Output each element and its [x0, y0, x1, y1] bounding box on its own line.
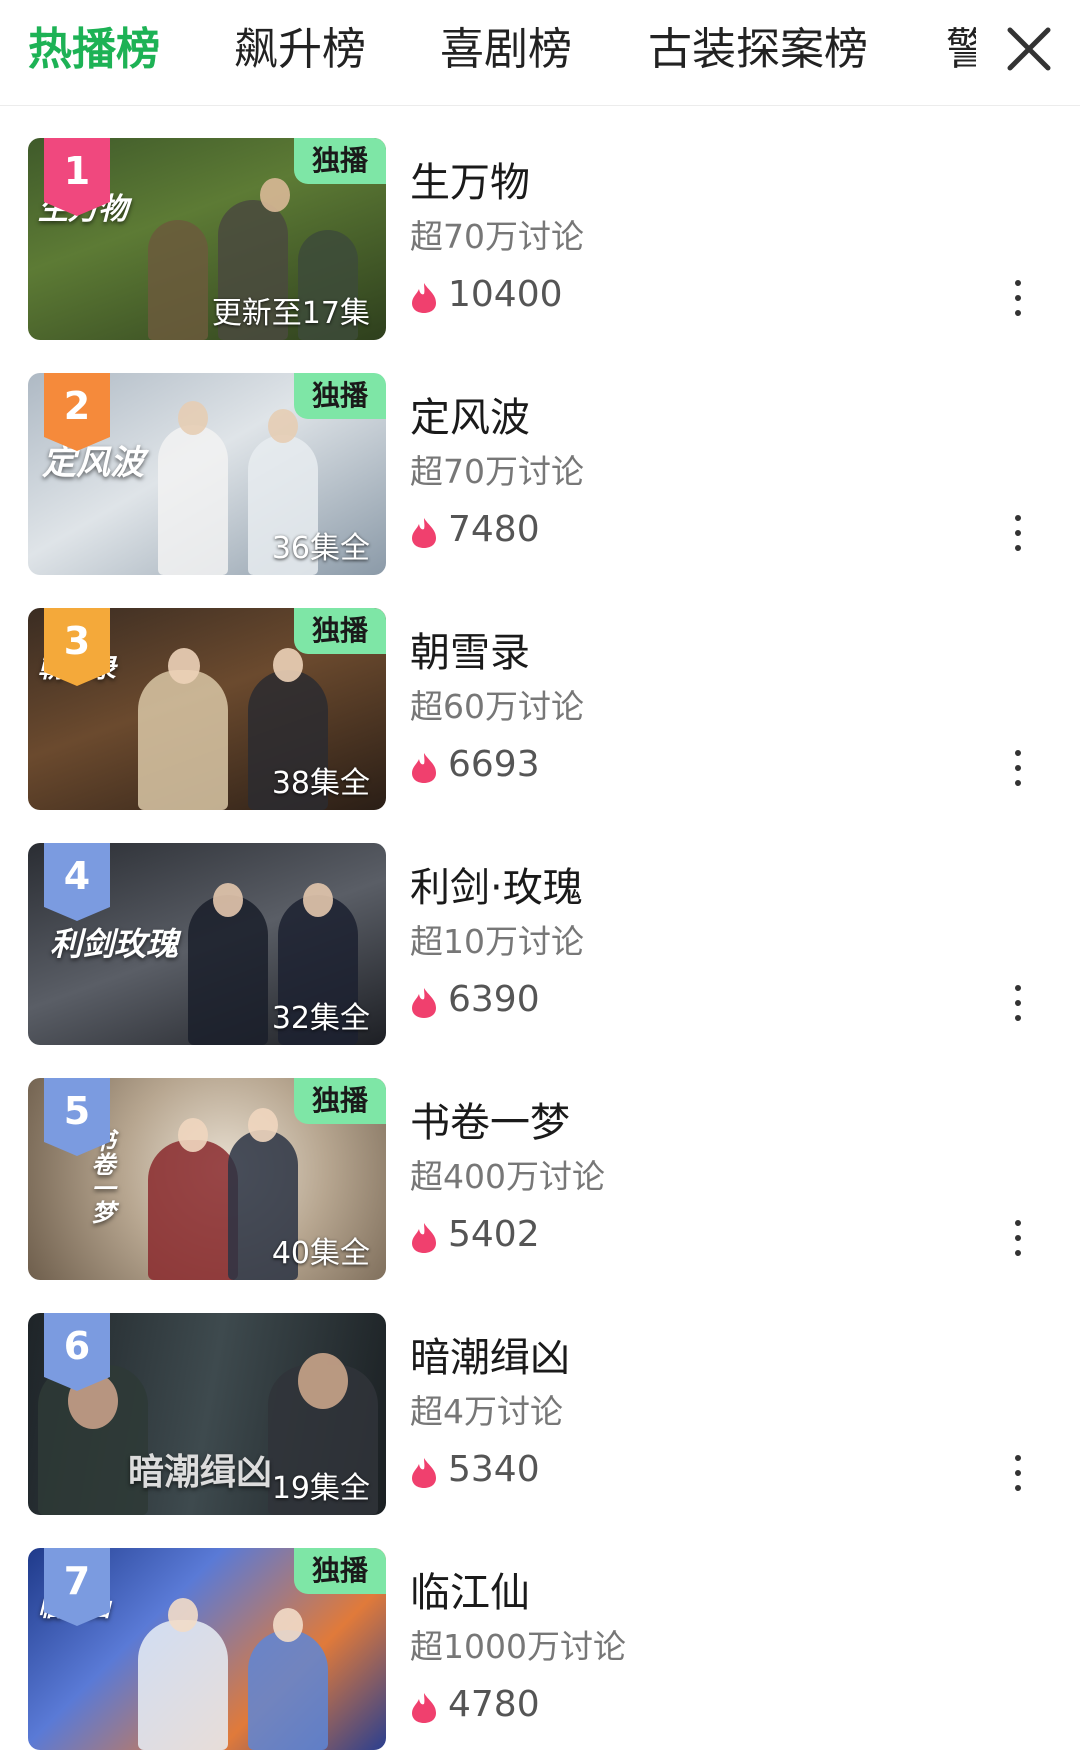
heat-value: 5340 — [448, 1449, 540, 1490]
flame-icon — [412, 753, 436, 783]
tab-hot-broadcast[interactable]: 热播榜 — [28, 22, 160, 78]
flame-icon — [412, 1458, 436, 1488]
list-item[interactable]: 朝雪录 3 独播 38集全 朝雪录 超60万讨论 6693 — [0, 576, 1080, 811]
flame-icon — [412, 1693, 436, 1723]
heat-value: 10400 — [448, 274, 563, 315]
exclusive-badge: 独播 — [294, 373, 386, 419]
tab-comedy[interactable]: 喜剧榜 — [440, 22, 572, 78]
poster-figure — [138, 670, 228, 810]
discussion-count: 超70万讨论 — [410, 217, 584, 256]
poster-face — [178, 401, 208, 435]
more-options-icon[interactable] — [1000, 1449, 1036, 1499]
heat-value: 4780 — [448, 1684, 540, 1725]
list-item[interactable]: 临江仙 7 独播 临江仙 超1000万讨论 4780 — [0, 1516, 1080, 1751]
poster-figure — [188, 895, 268, 1045]
episode-status: 更新至17集 — [211, 296, 370, 331]
rank-badge: 4 — [44, 843, 110, 921]
more-options-icon[interactable] — [1000, 1214, 1036, 1264]
show-title[interactable]: 书卷一梦 — [410, 1090, 570, 1148]
more-options-icon[interactable] — [1000, 979, 1036, 1029]
heat-value: 5402 — [448, 1214, 540, 1255]
tab-police-partial[interactable]: 警 — [946, 22, 976, 78]
poster-logo: 利剑玫瑰 — [50, 925, 179, 963]
poster-face — [268, 409, 298, 443]
poster-face — [260, 178, 290, 212]
exclusive-badge: 独播 — [294, 1548, 386, 1594]
rank-badge: 6 — [44, 1313, 110, 1391]
discussion-count: 超60万讨论 — [410, 687, 584, 726]
show-title[interactable]: 临江仙 — [410, 1560, 530, 1618]
poster-thumbnail[interactable]: 暗潮缉凶 6 19集全 — [28, 1313, 386, 1515]
show-title[interactable]: 定风波 — [410, 385, 530, 443]
tab-rising[interactable]: 飙升榜 — [234, 22, 366, 78]
list-item[interactable]: 生万物 1 独播 更新至17集 生万物 超70万讨论 10400 — [0, 106, 1080, 341]
rank-badge: 2 — [44, 373, 110, 451]
poster-thumbnail[interactable]: 临江仙 7 独播 — [28, 1548, 386, 1750]
poster-thumbnail[interactable]: 朝雪录 3 独播 38集全 — [28, 608, 386, 810]
episode-status: 38集全 — [271, 766, 370, 801]
list-item[interactable]: 暗潮缉凶 6 19集全 暗潮缉凶 超4万讨论 5340 — [0, 1281, 1080, 1516]
show-title[interactable]: 利剑·玫瑰 — [410, 855, 583, 913]
heat-value: 6693 — [448, 744, 540, 785]
poster-thumbnail[interactable]: 利剑玫瑰 4 32集全 — [28, 843, 386, 1045]
rank-badge: 1 — [44, 138, 110, 216]
poster-face — [248, 1108, 278, 1142]
discussion-count: 超10万讨论 — [410, 922, 584, 961]
poster-figure — [248, 1630, 328, 1750]
rank-badge: 7 — [44, 1548, 110, 1626]
exclusive-badge: 独播 — [294, 138, 386, 184]
poster-face — [168, 1598, 198, 1632]
heat-value: 6390 — [448, 979, 540, 1020]
rank-badge: 5 — [44, 1078, 110, 1156]
flame-icon — [412, 988, 436, 1018]
show-title[interactable]: 生万物 — [410, 150, 530, 208]
close-icon[interactable] — [1000, 20, 1060, 80]
rank-badge: 3 — [44, 608, 110, 686]
poster-face — [168, 648, 200, 684]
episode-status: 40集全 — [271, 1236, 370, 1271]
episode-status: 32集全 — [271, 1001, 370, 1036]
more-options-icon[interactable] — [1000, 274, 1036, 324]
poster-figure — [148, 220, 208, 340]
poster-face — [273, 648, 303, 682]
poster-thumbnail[interactable]: 生万物 1 独播 更新至17集 — [28, 138, 386, 340]
more-options-icon[interactable] — [1000, 509, 1036, 559]
exclusive-badge: 独播 — [294, 1078, 386, 1124]
top-tab-bar: 热播榜 飙升榜 喜剧榜 古装探案榜 警 — [0, 0, 1080, 106]
list-item[interactable]: 书卷一梦 5 独播 40集全 书卷一梦 超400万讨论 5402 — [0, 1046, 1080, 1281]
poster-face — [273, 1608, 303, 1642]
more-options-icon[interactable] — [1000, 744, 1036, 794]
flame-icon — [412, 1223, 436, 1253]
discussion-count: 超1000万讨论 — [410, 1627, 626, 1666]
poster-thumbnail[interactable]: 书卷一梦 5 独播 40集全 — [28, 1078, 386, 1280]
exclusive-badge: 独播 — [294, 608, 386, 654]
tab-costume-detective[interactable]: 古装探案榜 — [648, 22, 868, 78]
episode-status: 19集全 — [271, 1471, 370, 1506]
show-title[interactable]: 朝雪录 — [410, 620, 530, 678]
poster-logo: 暗潮缉凶 — [128, 1451, 273, 1493]
list-item[interactable]: 定风波 2 独播 36集全 定风波 超70万讨论 7480 — [0, 341, 1080, 576]
poster-face — [303, 883, 333, 917]
show-title[interactable]: 暗潮缉凶 — [410, 1325, 570, 1383]
poster-figure — [158, 425, 228, 575]
discussion-count: 超70万讨论 — [410, 452, 584, 491]
discussion-count: 超400万讨论 — [410, 1157, 605, 1196]
episode-status: 36集全 — [271, 531, 370, 566]
flame-icon — [412, 283, 436, 313]
flame-icon — [412, 518, 436, 548]
poster-figure — [148, 1140, 238, 1280]
list-item[interactable]: 利剑玫瑰 4 32集全 利剑·玫瑰 超10万讨论 6390 — [0, 811, 1080, 1046]
poster-face — [178, 1118, 208, 1152]
discussion-count: 超4万讨论 — [410, 1392, 563, 1431]
heat-value: 7480 — [448, 509, 540, 550]
poster-thumbnail[interactable]: 定风波 2 独播 36集全 — [28, 373, 386, 575]
poster-face — [213, 883, 243, 917]
poster-figure — [138, 1620, 228, 1750]
poster-face — [298, 1353, 348, 1409]
